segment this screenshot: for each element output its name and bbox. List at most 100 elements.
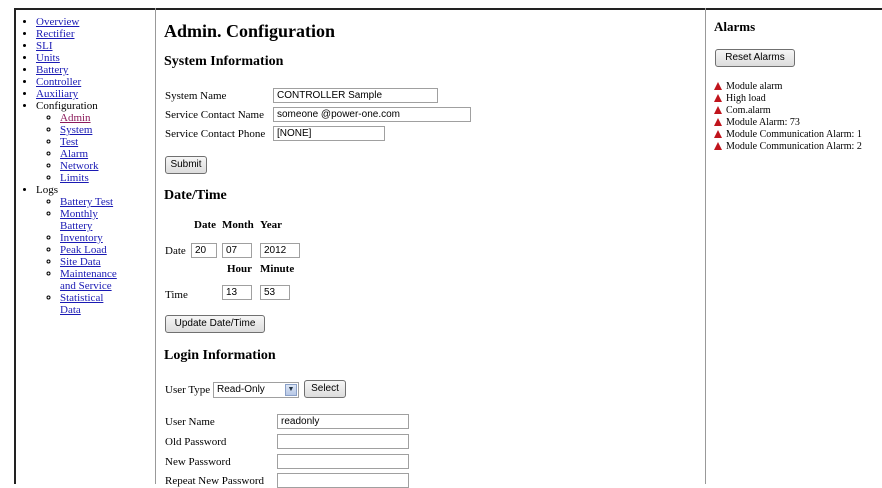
nav-link-battery-test[interactable]: Battery Test (60, 196, 113, 208)
nav-item-sli: SLI (36, 40, 155, 52)
old-password-field[interactable] (277, 434, 409, 449)
user-type-value: Read-Only (217, 384, 265, 395)
nav-item-controller: Controller (36, 76, 155, 88)
nav-subitem-system: System (60, 124, 155, 136)
year-col-header: Year (260, 219, 282, 231)
reset-alarms-button[interactable]: Reset Alarms (715, 49, 795, 67)
submit-button[interactable]: Submit (165, 156, 207, 174)
nav-subitem-battery-test: Battery Test (60, 196, 155, 208)
nav-link-site-data[interactable]: Site Data (60, 256, 101, 268)
date-day-field[interactable]: 20 (191, 243, 217, 258)
warning-triangle-icon (714, 82, 722, 90)
alarms-heading: Alarms (714, 19, 756, 34)
user-type-label: User Type (165, 384, 211, 396)
time-minute-field[interactable]: 53 (260, 285, 290, 300)
contact-name-label: Service Contact Name (165, 109, 264, 121)
alarm-item: Module alarm (714, 81, 782, 92)
time-hour-field[interactable]: 13 (222, 285, 252, 300)
hour-col-header: Hour (227, 263, 253, 275)
date-row-label: Date (165, 245, 186, 257)
alarm-item: Module Communication Alarm: 2 (714, 141, 862, 152)
nav-subitem-statistical-data: Statistical Data (60, 292, 120, 316)
nav-subitem-alarm: Alarm (60, 148, 155, 160)
login-heading: Login Information (164, 348, 276, 363)
nav-subitem-admin: Admin (60, 112, 155, 124)
nav-link-rectifier[interactable]: Rectifier (36, 28, 74, 40)
repeat-password-label: Repeat New Password (165, 475, 264, 487)
contact-name-field[interactable]: someone @power-one.com (273, 107, 471, 122)
nav-item-logs: Logs Battery Test Monthly Battery Invent… (36, 184, 155, 316)
nav-item-auxiliary: Auxiliary (36, 88, 155, 100)
nav-link-peak-load[interactable]: Peak Load (60, 244, 107, 256)
nav-subitem-network: Network (60, 160, 155, 172)
chevron-down-icon[interactable]: ▼ (285, 384, 297, 396)
nav-subitem-peak-load: Peak Load (60, 244, 155, 256)
alarm-text: Module Communication Alarm: 2 (726, 141, 862, 152)
nav-item-overview: Overview (36, 16, 155, 28)
nav-link-battery[interactable]: Battery (36, 64, 68, 76)
nav-link-controller[interactable]: Controller (36, 76, 81, 88)
time-row-label: Time (165, 289, 188, 301)
nav-logs-label: Logs (36, 184, 58, 196)
date-col-header: Date (194, 219, 216, 231)
warning-triangle-icon (714, 106, 722, 114)
nav-subitem-site-data: Site Data (60, 256, 155, 268)
nav-link-test[interactable]: Test (60, 136, 78, 148)
minute-col-header: Minute (260, 263, 295, 275)
alarm-text: Module Communication Alarm: 1 (726, 129, 862, 140)
repeat-password-field[interactable] (277, 473, 409, 488)
warning-triangle-icon (714, 142, 722, 150)
alarm-item: Module Alarm: 73 (714, 117, 800, 128)
nav-link-auxiliary[interactable]: Auxiliary (36, 88, 78, 100)
system-name-label: System Name (165, 90, 227, 102)
nav-link-admin[interactable]: Admin (60, 112, 91, 124)
contact-phone-field[interactable]: [NONE] (273, 126, 385, 141)
alarm-text: Module alarm (726, 81, 783, 92)
date-year-field[interactable]: 2012 (260, 243, 300, 258)
user-type-select[interactable]: Read-Only ▼ (213, 382, 299, 398)
alarm-text: Com.alarm (726, 105, 771, 116)
old-password-label: Old Password (165, 436, 227, 448)
alarm-item: Module Communication Alarm: 1 (714, 129, 862, 140)
nav-link-inventory[interactable]: Inventory (60, 232, 103, 244)
configuration-submenu: Admin System Test Alarm Network Limits (36, 112, 155, 184)
select-button[interactable]: Select (304, 380, 346, 398)
nav-item-configuration: Configuration Admin System Test Alarm Ne… (36, 100, 155, 184)
month-col-header: Month (222, 219, 254, 231)
alarm-item: Com.alarm (714, 105, 771, 116)
new-password-label: New Password (165, 456, 231, 468)
nav-link-sli[interactable]: SLI (36, 40, 53, 52)
nav-link-system[interactable]: System (60, 124, 92, 136)
nav-link-units[interactable]: Units (36, 52, 60, 64)
warning-triangle-icon (714, 94, 722, 102)
nav-link-overview[interactable]: Overview (36, 16, 79, 28)
left-nav: Overview Rectifier SLI Units Battery Con… (14, 8, 156, 484)
update-datetime-button[interactable]: Update Date/Time (165, 315, 265, 333)
nav-subitem-maintenance: Maintenance and Service (60, 268, 134, 292)
user-name-field[interactable]: readonly (277, 414, 409, 429)
nav-link-monthly-battery[interactable]: Monthly Battery (60, 208, 98, 232)
datetime-heading: Date/Time (164, 188, 227, 203)
system-name-field[interactable]: CONTROLLER Sample (273, 88, 438, 103)
alarm-text: Module Alarm: 73 (726, 117, 800, 128)
nav-subitem-test: Test (60, 136, 155, 148)
nav-link-maintenance[interactable]: Maintenance and Service (60, 268, 117, 292)
nav-subitem-monthly-battery: Monthly Battery (60, 208, 130, 232)
system-info-heading: System Information (164, 54, 284, 69)
new-password-field[interactable] (277, 454, 409, 469)
nav-item-units: Units (36, 52, 155, 64)
nav-link-statistical-data[interactable]: Statistical Data (60, 292, 103, 316)
logs-submenu: Battery Test Monthly Battery Inventory P… (36, 196, 155, 316)
alarms-panel: Alarms Reset Alarms Module alarm High lo… (706, 8, 882, 484)
warning-triangle-icon (714, 130, 722, 138)
date-month-field[interactable]: 07 (222, 243, 252, 258)
nav-link-limits[interactable]: Limits (60, 172, 89, 184)
nav-link-network[interactable]: Network (60, 160, 99, 172)
user-name-label: User Name (165, 416, 215, 428)
nav-configuration-label: Configuration (36, 100, 98, 112)
nav-subitem-limits: Limits (60, 172, 155, 184)
nav-subitem-inventory: Inventory (60, 232, 155, 244)
nav-link-alarm[interactable]: Alarm (60, 148, 88, 160)
page-title: Admin. Configuration (164, 21, 336, 41)
warning-triangle-icon (714, 118, 722, 126)
